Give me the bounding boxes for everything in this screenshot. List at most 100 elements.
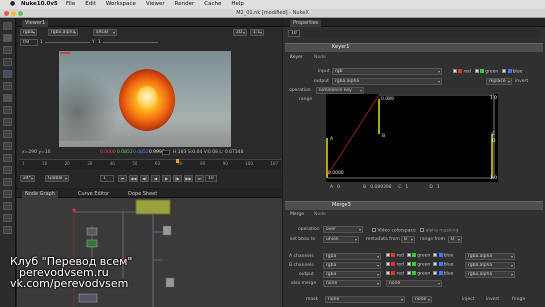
viewer-channel-dropdown[interactable]: rgba: [20, 29, 37, 36]
merge-a-alpha-dropdown[interactable]: rgba.alpha: [465, 253, 515, 260]
menu-workspace[interactable]: Workspace: [106, 1, 136, 8]
menu-items: File Edit Workspace Viewer Render Cache …: [66, 1, 244, 8]
menu-help[interactable]: Help: [231, 1, 244, 8]
menu-cache[interactable]: Cache: [204, 1, 221, 8]
merge-range-dropdown[interactable]: B: [448, 236, 462, 243]
particles-tool-icon[interactable]: [3, 178, 12, 186]
viewer-gain-field[interactable]: f/8: [20, 39, 38, 46]
viewer-colorspace-dropdown[interactable]: sRGB: [93, 29, 117, 36]
tab-curve-editor[interactable]: Curve Editor: [78, 192, 109, 197]
merge-alpha-masking[interactable]: alpha masking: [420, 228, 458, 234]
merge-tool-icon[interactable]: [3, 106, 12, 114]
global-dropdown[interactable]: Global: [45, 175, 69, 182]
app-menu[interactable]: Nuke10.0v5: [21, 1, 58, 8]
keyer-invert-label[interactable]: invert: [515, 79, 528, 85]
viewer-proxy-dropdown[interactable]: 2D: [233, 29, 247, 36]
keyer-header[interactable]: [285, 43, 543, 52]
merge-output-label: output: [299, 272, 314, 277]
keyer-input-dropdown[interactable]: rgb: [332, 68, 442, 75]
merge-output-dropdown[interactable]: rgba: [323, 271, 381, 278]
properties-max-panels[interactable]: 10: [288, 30, 300, 37]
merge-a-channels-dropdown[interactable]: rgba: [323, 253, 381, 260]
merge-operation-dropdown[interactable]: over: [323, 226, 363, 233]
keyer-tab-node[interactable]: Node: [314, 55, 326, 61]
merge-b-channels-dropdown[interactable]: rgba: [323, 262, 381, 269]
merge-tab-node[interactable]: Node: [314, 212, 326, 218]
ofx-tool-icon[interactable]: [3, 226, 12, 234]
viewer-image[interactable]: [59, 51, 231, 147]
merge-out-alpha-dropdown[interactable]: rgba.alpha: [465, 271, 515, 278]
merge-video-colorspace[interactable]: Video colorspace: [372, 228, 416, 234]
menu-viewer[interactable]: Viewer: [146, 1, 165, 8]
gain-slider[interactable]: [45, 42, 90, 43]
play-icon[interactable]: ▶: [162, 175, 171, 182]
merge-fringe[interactable]: fringe: [512, 297, 525, 303]
channel-tool-icon[interactable]: [3, 58, 12, 66]
merge-also-merge-secondary[interactable]: none: [386, 280, 442, 287]
filter-tool-icon[interactable]: [3, 82, 12, 90]
other-tool-icon[interactable]: [3, 202, 12, 210]
play-back-icon[interactable]: ◀: [151, 175, 160, 182]
views-tool-icon[interactable]: [3, 142, 12, 150]
keyer-tool-icon[interactable]: [3, 94, 12, 102]
merge-invert[interactable]: invert: [486, 297, 499, 303]
node-graph-canvas[interactable]: [17, 198, 282, 307]
playback-increment[interactable]: 10: [205, 175, 217, 182]
tab-viewer1[interactable]: Viewer1: [22, 20, 49, 27]
blue-checkbox[interactable]: [502, 69, 507, 73]
merge-tab-merge[interactable]: Merge: [290, 212, 304, 218]
next-frame-icon[interactable]: |▶: [173, 175, 182, 182]
viewer-format-label: [60, 52, 70, 54]
color-tool-icon[interactable]: [3, 70, 12, 78]
time-tool-icon[interactable]: [3, 46, 12, 54]
green-checkbox[interactable]: [474, 69, 479, 73]
fps-dropdown[interactable]: 24*: [20, 175, 35, 182]
image-tool-icon[interactable]: [3, 22, 12, 30]
merge-mask-dropdown[interactable]: none: [325, 296, 405, 303]
merge-also-merge-dropdown[interactable]: none: [323, 280, 381, 287]
viewer-layer-dropdown[interactable]: rgba.alpha: [48, 29, 78, 36]
next-key-icon[interactable]: ▶▶: [184, 175, 193, 182]
tab-dope-sheet[interactable]: Dope Sheet: [128, 192, 157, 197]
transform-tool-icon[interactable]: [3, 118, 12, 126]
keyer-replace-dropdown[interactable]: replace: [486, 78, 512, 85]
viewer-green-value: 0.0852: [117, 150, 133, 155]
toolsets-tool-icon[interactable]: [3, 190, 12, 198]
keyer-range-graph[interactable]: [326, 94, 498, 182]
first-frame-icon[interactable]: ⏮: [118, 175, 127, 182]
apple-icon[interactable]: ●: [10, 1, 15, 7]
metadata-tool-icon[interactable]: [3, 154, 12, 162]
viewer-gamma-value: 1: [98, 40, 101, 45]
keyer-tab-keyer[interactable]: Keyer: [290, 55, 303, 61]
merge-b-alpha-dropdown[interactable]: rgba.alpha: [465, 262, 515, 269]
graph-top-value: 0.089: [381, 97, 394, 102]
viewer-zoom-dropdown[interactable]: 1:1: [250, 29, 264, 36]
red-checkbox[interactable]: [453, 69, 457, 73]
keyer-output-dropdown[interactable]: rgba.alpha: [332, 78, 442, 85]
3d-tool-icon[interactable]: [3, 130, 12, 138]
deep-tool-icon[interactable]: [3, 166, 12, 174]
merge-bbox-dropdown[interactable]: union: [323, 236, 359, 243]
gamma-slider[interactable]: [103, 42, 158, 43]
merge-mask-channel-dropdown[interactable]: none: [412, 296, 432, 303]
furnace-tool-icon[interactable]: [3, 214, 12, 222]
viewer-node: [78, 293, 98, 303]
last-frame-icon[interactable]: ⏭: [195, 175, 204, 182]
keyer-operation-dropdown[interactable]: luminance key: [316, 87, 364, 94]
prev-key-icon[interactable]: ◀◀: [129, 175, 138, 182]
tab-properties[interactable]: Properties: [290, 20, 322, 27]
merge-inject[interactable]: inject: [462, 297, 474, 303]
playhead-marker[interactable]: [176, 159, 179, 163]
merge-metadata-dropdown[interactable]: B: [401, 236, 415, 243]
frame-field[interactable]: 1: [100, 175, 114, 182]
merge-header[interactable]: [285, 201, 543, 210]
prev-frame-icon[interactable]: ◀|: [140, 175, 149, 182]
draw-tool-icon[interactable]: [3, 34, 12, 42]
menu-edit[interactable]: Edit: [85, 1, 96, 8]
menu-file[interactable]: File: [66, 1, 75, 8]
smoke-left: [59, 71, 119, 141]
merge-operation-label: operation: [298, 227, 320, 232]
tab-node-graph[interactable]: Node Graph: [22, 191, 58, 198]
graph-bottom-left-value: 0.0000: [328, 171, 344, 176]
menu-render[interactable]: Render: [175, 1, 195, 8]
